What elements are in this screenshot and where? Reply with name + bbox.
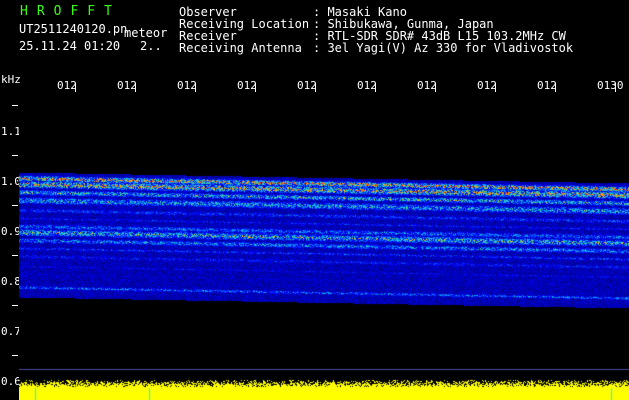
mode-label: meteor [124,26,168,40]
y-tick-label: 1.1 [1,125,21,138]
y-tick-label: 0.6 [1,375,21,388]
x-tick-label: 012 [177,79,197,92]
x-tick-label: 012 [117,79,137,92]
spectrogram-canvas [19,92,629,400]
y-tick-label: 0.7 [1,325,21,338]
y-tick-label: 0.9 [1,225,21,238]
program-title: HROFFT [20,4,121,19]
x-tick-label: 012 [417,79,437,92]
x-tick-label: 012 [297,79,317,92]
x-tick-label: 012 [537,79,557,92]
y-tick-label: 0.8 [1,275,21,288]
field-label-antenna: Receiving Antenna [179,41,302,55]
y-tick-label: 1.0 [1,175,21,188]
x-tick-label: 0130 [597,79,624,92]
counter-label: 2.. [140,39,162,53]
x-tick-label: 012 [57,79,77,92]
x-tick-label: 012 [477,79,497,92]
filename-label: UT2511240120.pn [19,22,128,36]
unit-label: kHz [1,73,21,86]
x-tick-label: 012 [357,79,377,92]
datetime-label: 25.11.24 01:20 [19,39,121,53]
x-tick-label: 012 [237,79,257,92]
field-value-antenna: : 3el Yagi(V) Az 330 for Vladivostok [313,41,574,55]
